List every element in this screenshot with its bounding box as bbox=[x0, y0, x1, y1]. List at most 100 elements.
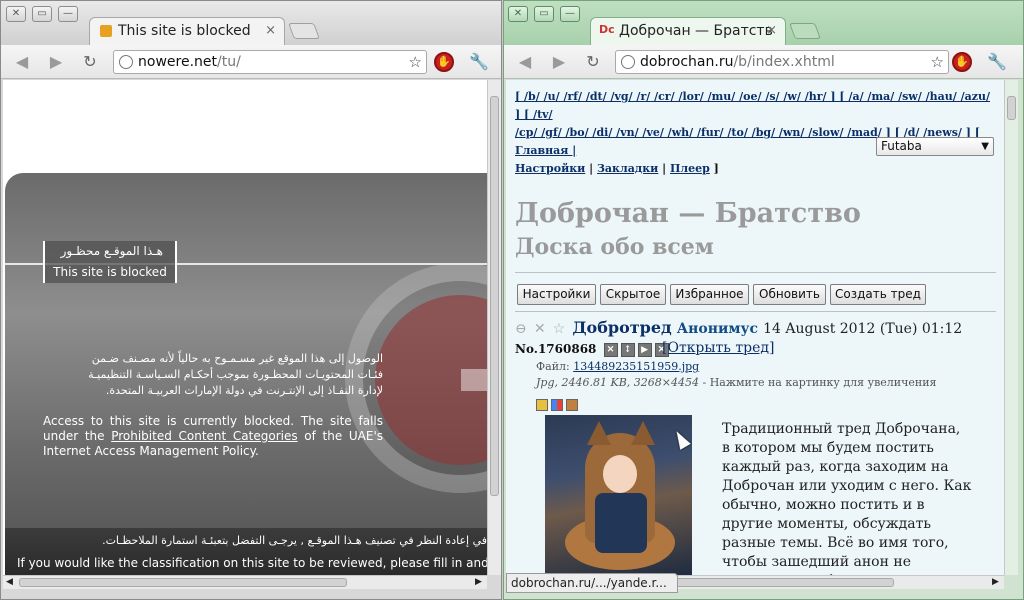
post-number-row: No.1760868 ✕ ↕ ▶ ✕ bbox=[515, 342, 669, 357]
bookmarks-link[interactable]: Закладки bbox=[597, 162, 658, 175]
reload-icon[interactable]: ↻ bbox=[582, 52, 604, 72]
maximize-window-button[interactable]: ▭ bbox=[32, 6, 52, 22]
open-thread-link[interactable]: [Открыть тред] bbox=[662, 340, 774, 356]
url-host: dobrochan.ru bbox=[640, 54, 734, 70]
file-name-link[interactable]: 134489235151959.jpg bbox=[573, 360, 699, 373]
favorite-star-icon[interactable]: ☆ bbox=[553, 321, 566, 337]
tab-dobrochan[interactable]: Dc Доброчан — Братств × bbox=[590, 17, 786, 45]
review-notice: في إعادة النظر في تصنيف هـذا الموقـع , ي… bbox=[5, 528, 487, 575]
status-bar-url: dobrochan.ru/.../yande.r... bbox=[506, 573, 678, 593]
file-info: Jpg, 2446.81 KB, 3268×4454 - Нажмите на … bbox=[536, 376, 937, 389]
hide-icon[interactable]: ✕ bbox=[534, 321, 546, 337]
style-select[interactable]: Futaba ▼ bbox=[876, 137, 994, 156]
minimize-window-button[interactable]: — bbox=[560, 6, 580, 22]
delete-icon[interactable]: ✕ bbox=[603, 342, 618, 357]
refresh-button[interactable]: Обновить bbox=[753, 284, 826, 305]
expand-icon[interactable]: ↕ bbox=[620, 342, 635, 357]
tab-blocked-site[interactable]: This site is blocked × bbox=[89, 17, 285, 45]
globe-icon bbox=[119, 55, 133, 69]
arabic-text-line: فئـات المحتويـات المحظـورة بموجب أحكـام … bbox=[88, 368, 383, 381]
gift-icon bbox=[100, 25, 112, 37]
back-icon[interactable]: ◀ bbox=[514, 52, 536, 72]
board-links-row-1[interactable]: [ /b/ /u/ /rf/ /dt/ /vg/ /r/ /cr/ /lor/ … bbox=[515, 88, 995, 124]
play-icon[interactable]: ▶ bbox=[637, 342, 652, 357]
horizontal-scrollbar[interactable]: ◀ ▶ bbox=[3, 575, 487, 589]
prohibited-categories-link[interactable]: Prohibited Content Categories bbox=[111, 429, 297, 443]
create-thread-button[interactable]: Создать тред bbox=[830, 284, 926, 305]
back-icon[interactable]: ◀ bbox=[11, 52, 33, 72]
favorites-button[interactable]: Избранное bbox=[670, 284, 749, 305]
close-tab-icon[interactable]: × bbox=[766, 18, 777, 44]
minimize-window-button[interactable]: — bbox=[58, 6, 78, 22]
post-date: 14 August 2012 (Tue) 01:12 bbox=[763, 321, 963, 337]
file-line: Файл: 134489235151959.jpg bbox=[536, 360, 700, 373]
post-body: Традиционный тред Доброчана, в котором м… bbox=[722, 421, 972, 575]
settings-button[interactable]: Настройки bbox=[517, 284, 596, 305]
hidden-button[interactable]: Скрытое bbox=[600, 284, 666, 305]
horizontal-scrollbar[interactable]: ▶ bbox=[664, 575, 1004, 589]
post-author: Анонимус bbox=[676, 321, 759, 337]
dropdown-arrow-icon: ▼ bbox=[981, 141, 989, 152]
bookmark-star-icon[interactable]: ☆ bbox=[409, 51, 422, 73]
reload-icon[interactable]: ↻ bbox=[79, 52, 101, 72]
blocked-page: هـذا الموقـع محظـور This site is blocked… bbox=[3, 80, 487, 575]
english-block-notice: Access to this site is currently blocked… bbox=[43, 414, 384, 458]
url-path: /b/index.xhtml bbox=[733, 54, 835, 70]
arabic-text-line: لإدارة النفـاذ إلى الإنتـرنت في دولة الإ… bbox=[105, 384, 383, 397]
archive-icon[interactable] bbox=[566, 399, 578, 411]
review-notice-en: If you would like the classification on … bbox=[17, 556, 487, 570]
blocked-label-en: This site is blocked bbox=[53, 265, 167, 279]
tab-title: Доброчан — Братств bbox=[619, 23, 773, 39]
board-title: Доброчан — Братство bbox=[515, 198, 861, 229]
style-select-value: Futaba bbox=[881, 139, 922, 153]
player-link[interactable]: Плеер bbox=[670, 162, 710, 175]
file-actions bbox=[536, 396, 581, 415]
board-subtitle: Доска обо всем bbox=[515, 234, 714, 260]
address-bar[interactable]: nowere.net/tu/ ☆ bbox=[113, 50, 427, 74]
post-title: Добротред bbox=[572, 318, 672, 337]
left-toolbar: ◀ ▶ ↻ nowere.net/tu/ ☆ ✋ 🔧 bbox=[1, 45, 501, 79]
vertical-scrollbar[interactable] bbox=[1004, 80, 1018, 575]
edit-icon[interactable] bbox=[536, 399, 548, 411]
block-panel: هـذا الموقـع محظـور This site is blocked… bbox=[5, 173, 487, 575]
board-navigation: [ /b/ /u/ /rf/ /dt/ /vg/ /r/ /cr/ /lor/ … bbox=[515, 88, 995, 178]
settings-link[interactable]: Настройки bbox=[515, 162, 585, 175]
left-title-bar: ✕ ▭ — This site is blocked × bbox=[1, 1, 501, 45]
url-host: nowere.net bbox=[138, 54, 217, 70]
post-number[interactable]: No.1760868 bbox=[515, 342, 596, 356]
board-page: [ /b/ /u/ /rf/ /dt/ /vg/ /r/ /cr/ /lor/ … bbox=[506, 80, 1006, 575]
maximize-window-button[interactable]: ▭ bbox=[534, 6, 554, 22]
blocked-label: هـذا الموقـع محظـور This site is blocked bbox=[43, 241, 177, 283]
wrench-icon[interactable]: 🔧 bbox=[469, 52, 489, 72]
adblock-stop-icon[interactable]: ✋ bbox=[952, 52, 972, 72]
bookmark-star-icon[interactable]: ☆ bbox=[931, 51, 944, 73]
post-image-thumbnail[interactable] bbox=[545, 415, 692, 575]
divider bbox=[515, 311, 996, 312]
adblock-stop-icon[interactable]: ✋ bbox=[434, 52, 454, 72]
right-browser-window: ✕ ▭ — Dc Доброчан — Братств × ◀ ▶ ↻ dobr… bbox=[503, 0, 1024, 600]
forward-icon[interactable]: ▶ bbox=[45, 52, 67, 72]
divider bbox=[515, 272, 996, 273]
blocked-label-ar: هـذا الموقـع محظـور bbox=[60, 244, 163, 258]
right-title-bar: ✕ ▭ — Dc Доброчан — Братств × bbox=[504, 1, 1023, 45]
right-toolbar: ◀ ▶ ↻ dobrochan.ru/b/index.xhtml ☆ ✋ 🔧 bbox=[504, 45, 1023, 79]
left-browser-window: ✕ ▭ — This site is blocked × ◀ ▶ ↻ nower… bbox=[0, 0, 502, 600]
url-path: /tu/ bbox=[217, 54, 241, 70]
close-window-button[interactable]: ✕ bbox=[6, 6, 26, 22]
wrench-icon[interactable]: 🔧 bbox=[987, 52, 1007, 72]
close-tab-icon[interactable]: × bbox=[265, 18, 276, 44]
new-tab-button[interactable] bbox=[789, 23, 821, 39]
tab-title: This site is blocked bbox=[118, 23, 251, 39]
close-window-button[interactable]: ✕ bbox=[508, 6, 528, 22]
review-notice-ar: في إعادة النظر في تصنيف هـذا الموقـع , ي… bbox=[102, 534, 487, 547]
google-search-icon[interactable] bbox=[551, 399, 563, 411]
forward-icon[interactable]: ▶ bbox=[548, 52, 570, 72]
arabic-text-line: الوصول إلى هذا الموقع غير مسـمـوح به حال… bbox=[91, 352, 383, 365]
post-header: ⊖ ✕ ☆ Добротред Анонимус 14 August 2012 … bbox=[515, 318, 995, 337]
globe-icon bbox=[621, 55, 635, 69]
collapse-icon[interactable]: ⊖ bbox=[515, 321, 527, 337]
new-tab-button[interactable] bbox=[288, 23, 320, 39]
address-bar[interactable]: dobrochan.ru/b/index.xhtml ☆ bbox=[615, 50, 949, 74]
dobrochan-favicon: Dc bbox=[599, 23, 615, 36]
vertical-scrollbar[interactable] bbox=[487, 80, 501, 575]
